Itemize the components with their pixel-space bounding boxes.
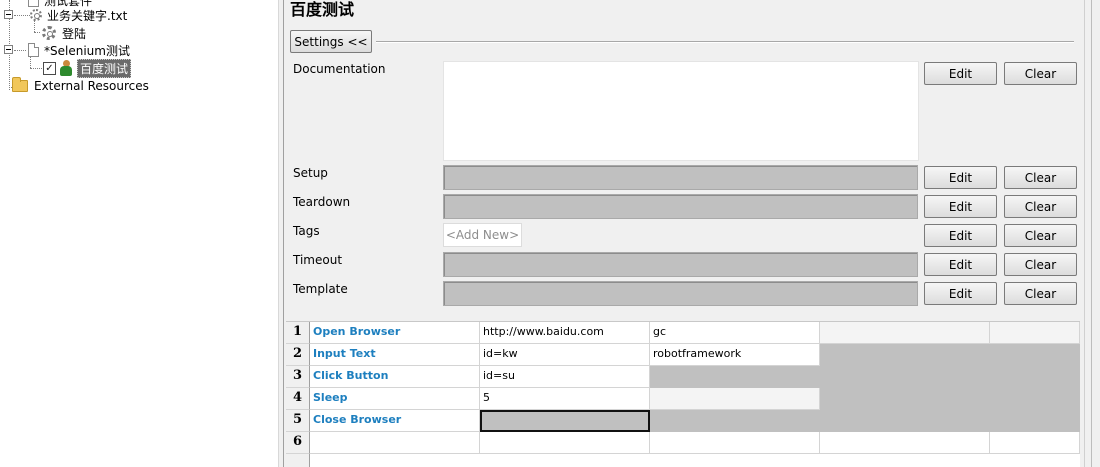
gear-icon <box>30 9 42 21</box>
table-row: 1 Open Browser http://www.baidu.com gc <box>286 322 1080 344</box>
setup-edit-button[interactable]: Edit <box>924 166 997 189</box>
row-number[interactable]: 3 <box>286 366 310 388</box>
template-clear-button[interactable]: Clear <box>1004 282 1077 305</box>
grid-cell[interactable] <box>650 366 820 388</box>
teardown-label: Teardown <box>293 195 351 209</box>
grid-cell[interactable]: id=su <box>480 366 650 388</box>
row-number-gutter <box>286 454 310 467</box>
grid-cell[interactable] <box>990 344 1080 366</box>
template-label: Template <box>293 282 348 296</box>
template-edit-button[interactable]: Edit <box>924 282 997 305</box>
gear-icon <box>42 26 56 40</box>
grid-cell[interactable] <box>820 322 990 344</box>
setup-field[interactable] <box>443 165 918 190</box>
tree-line <box>34 32 40 33</box>
tree-item-selenium-suite[interactable]: *Selenium测试 <box>28 41 132 59</box>
grid-cell[interactable] <box>820 366 990 388</box>
grid-cell[interactable]: Click Button <box>310 366 480 388</box>
row-number[interactable]: 4 <box>286 388 310 410</box>
grid-cell[interactable]: id=kw <box>480 344 650 366</box>
timeout-label: Timeout <box>293 253 343 267</box>
teardown-edit-button[interactable]: Edit <box>924 195 997 218</box>
tree-item-label: *Selenium测试 <box>44 43 130 58</box>
collapse-icon[interactable] <box>4 45 13 54</box>
grid-cell[interactable] <box>990 366 1080 388</box>
settings-toggle-button[interactable]: Settings << <box>290 30 372 53</box>
test-case-icon <box>60 60 74 76</box>
add-tag-field[interactable]: <Add New> <box>443 223 522 247</box>
tree-item-login-keyword[interactable]: 登陆 <box>42 24 88 42</box>
grid-cell[interactable] <box>650 432 820 454</box>
teardown-field[interactable] <box>443 194 918 219</box>
file-icon <box>28 43 39 57</box>
grid-cell[interactable]: Open Browser <box>310 322 480 344</box>
grid-cell[interactable] <box>480 432 650 454</box>
grid-cell[interactable] <box>650 388 820 410</box>
tree-item-label: External Resources <box>34 79 149 93</box>
vertical-scrollbar[interactable] <box>1084 0 1100 467</box>
timeout-field[interactable] <box>443 252 918 277</box>
test-tree: 测试套件 业务关键字.txt 登陆 *Selenium测试 ✓ 百度测试 Ext… <box>0 0 278 467</box>
tree-item-label: 业务关键字.txt <box>47 8 128 23</box>
grid-cell[interactable] <box>820 344 990 366</box>
grid-cell[interactable] <box>990 388 1080 410</box>
row-number[interactable]: 5 <box>286 410 310 432</box>
grid-cell[interactable] <box>990 432 1080 454</box>
tags-edit-button[interactable]: Edit <box>924 224 997 247</box>
table-row: 4 Sleep 5 <box>286 388 1080 410</box>
grid-cell[interactable]: Input Text <box>310 344 480 366</box>
documentation-edit-button[interactable]: Edit <box>924 62 997 85</box>
table-row: 6 <box>286 432 1080 454</box>
tags-clear-button[interactable]: Clear <box>1004 224 1077 247</box>
grid-cell[interactable] <box>820 388 990 410</box>
row-number[interactable]: 2 <box>286 344 310 366</box>
tree-item-label: 百度测试 <box>77 58 132 78</box>
tags-label: Tags <box>293 224 320 238</box>
table-row: 2 Input Text id=kw robotframework <box>286 344 1080 366</box>
tree-item-keywords-file[interactable]: 业务关键字.txt <box>30 6 129 24</box>
grid-cell[interactable] <box>990 410 1080 432</box>
grid-cell[interactable]: Close Browser <box>310 410 480 432</box>
documentation-clear-button[interactable]: Clear <box>1004 62 1077 85</box>
grid-cell[interactable]: Sleep <box>310 388 480 410</box>
table-row: 3 Click Button id=su <box>286 366 1080 388</box>
table-row: 5 Close Browser <box>286 410 1080 432</box>
grid-cell[interactable] <box>820 432 990 454</box>
tree-line <box>14 50 26 51</box>
tree-item-external-resources[interactable]: External Resources <box>12 77 151 95</box>
test-checkbox[interactable]: ✓ <box>43 61 56 75</box>
steps-grid: 1 Open Browser http://www.baidu.com gc 2… <box>286 321 1080 467</box>
row-number[interactable]: 1 <box>286 322 310 344</box>
tree-item-label: 登陆 <box>62 26 87 41</box>
test-case-editor: 百度测试 Settings << Documentation Edit Clea… <box>284 0 1084 467</box>
grid-cell[interactable]: 5 <box>480 388 650 410</box>
grid-cell[interactable]: gc <box>650 322 820 344</box>
grid-cell[interactable]: robotframework <box>650 344 820 366</box>
template-field[interactable] <box>443 281 918 306</box>
grid-cell[interactable] <box>650 410 820 432</box>
tree-line <box>14 15 30 16</box>
timeout-edit-button[interactable]: Edit <box>924 253 997 276</box>
grid-cell-selected[interactable] <box>480 410 650 432</box>
grid-cell[interactable] <box>990 322 1080 344</box>
grid-cell[interactable]: http://www.baidu.com <box>480 322 650 344</box>
page-title: 百度测试 <box>290 0 355 19</box>
grid-cell[interactable] <box>310 432 480 454</box>
documentation-field[interactable] <box>443 61 919 161</box>
teardown-clear-button[interactable]: Clear <box>1004 195 1077 218</box>
collapse-icon[interactable] <box>4 10 13 19</box>
folder-icon <box>12 77 28 92</box>
documentation-label: Documentation <box>293 62 386 76</box>
setup-clear-button[interactable]: Clear <box>1004 166 1077 189</box>
grid-cell[interactable] <box>820 410 990 432</box>
timeout-clear-button[interactable]: Clear <box>1004 253 1077 276</box>
row-number[interactable]: 6 <box>286 432 310 454</box>
tree-item-baidu-test[interactable]: ✓ 百度测试 <box>43 58 132 78</box>
settings-divider <box>376 41 1074 42</box>
setup-label: Setup <box>293 166 328 180</box>
tree-line <box>30 68 42 69</box>
